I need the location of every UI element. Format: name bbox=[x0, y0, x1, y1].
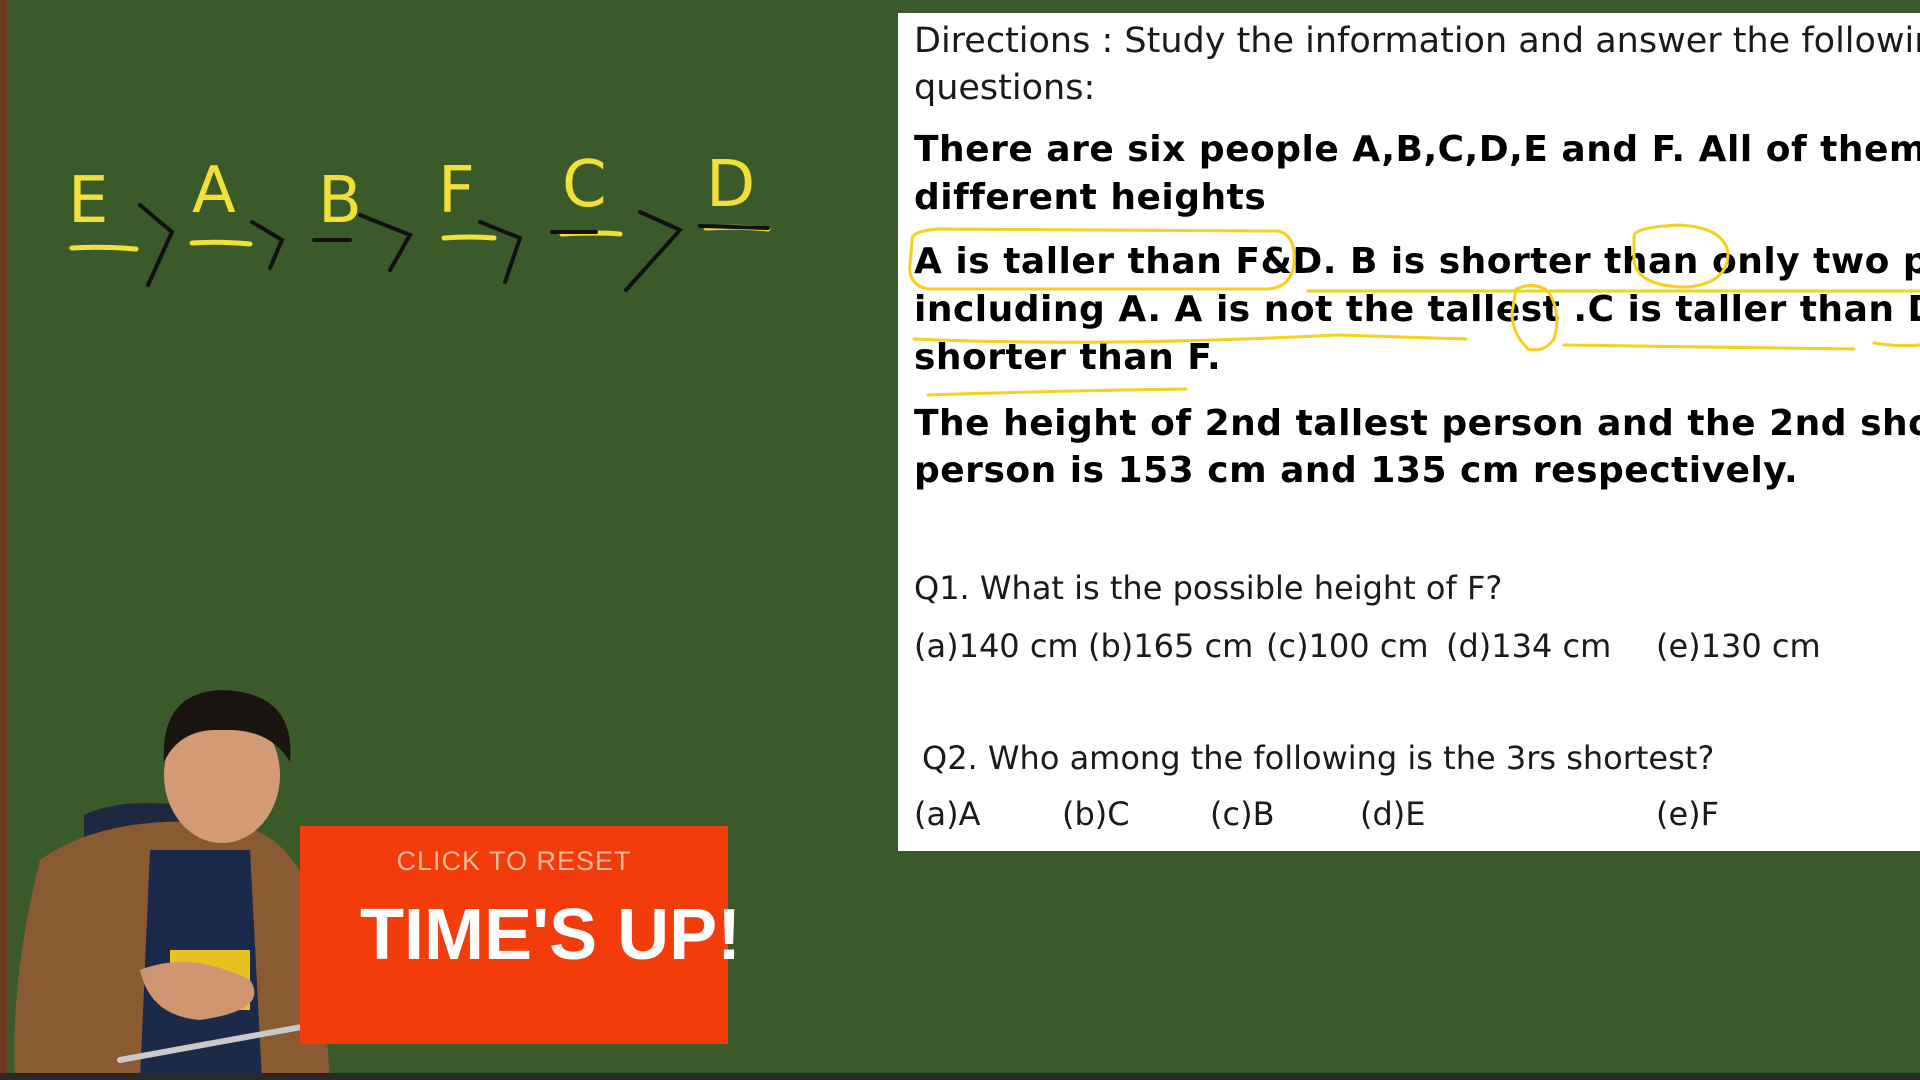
info-1-line-1: There are six people A,B,C,D,E and F. Al… bbox=[914, 129, 1920, 170]
board-letter-5: C bbox=[562, 148, 607, 222]
timer-widget[interactable]: CLICK TO RESET TIME'S UP! bbox=[300, 826, 741, 1044]
info-3-line-2: person is 153 cm and 135 cm respectively… bbox=[914, 450, 1799, 491]
highlight-mark-right bbox=[1872, 341, 1920, 348]
info-2-line-2: including A. A is not the tallest .C is … bbox=[914, 289, 1920, 330]
q2-option-e: (e)F bbox=[1656, 795, 1720, 833]
frame-bottom-edge bbox=[0, 1073, 1920, 1080]
timer-status: TIME'S UP! bbox=[360, 895, 742, 975]
q1-option-c: (c)100 cm bbox=[1266, 627, 1429, 665]
board-letter-2: A bbox=[192, 154, 236, 228]
directions-line-2: questions: bbox=[914, 68, 1096, 108]
highlight-underline-c-taller bbox=[1562, 343, 1856, 351]
q1-option-b: (b)165 cm bbox=[1088, 627, 1254, 665]
info-3-line-1: The height of 2nd tallest person and the… bbox=[914, 403, 1920, 444]
board-handwriting: E A B F C D bbox=[68, 148, 771, 292]
question-1: Q1. What is the possible height of F? bbox=[914, 569, 1503, 607]
highlight-underline-shorter-than-f bbox=[926, 387, 1188, 397]
directions-line-1: Directions : Study the information and a… bbox=[914, 21, 1920, 61]
info-2-line-3: shorter than F. bbox=[914, 337, 1222, 378]
board-letter-1: E bbox=[68, 164, 108, 238]
q1-option-e: (e)130 cm bbox=[1656, 627, 1821, 665]
q2-option-c: (c)B bbox=[1210, 795, 1275, 833]
q2-option-a: (a)A bbox=[914, 795, 981, 833]
info-1-line-2: different heights bbox=[914, 177, 1267, 218]
board-letter-6: D bbox=[706, 148, 755, 222]
info-2-line-1: A is taller than F&D. B is shorter than … bbox=[914, 241, 1920, 282]
q1-option-d: (d)134 cm bbox=[1446, 627, 1612, 665]
question-panel: Directions : Study the information and a… bbox=[898, 13, 1920, 851]
board-letter-3: B bbox=[318, 164, 362, 238]
lesson-stage: E A B F C D Directions : Study the infor… bbox=[0, 0, 1920, 1080]
board-letter-4: F bbox=[438, 154, 475, 228]
question-2: Q2. Who among the following is the 3rs s… bbox=[922, 739, 1715, 777]
q2-option-b: (b)C bbox=[1062, 795, 1130, 833]
timer-reset-label[interactable]: CLICK TO RESET bbox=[300, 846, 728, 877]
q1-option-a: (a)140 cm bbox=[914, 627, 1079, 665]
q2-option-d: (d)E bbox=[1360, 795, 1426, 833]
